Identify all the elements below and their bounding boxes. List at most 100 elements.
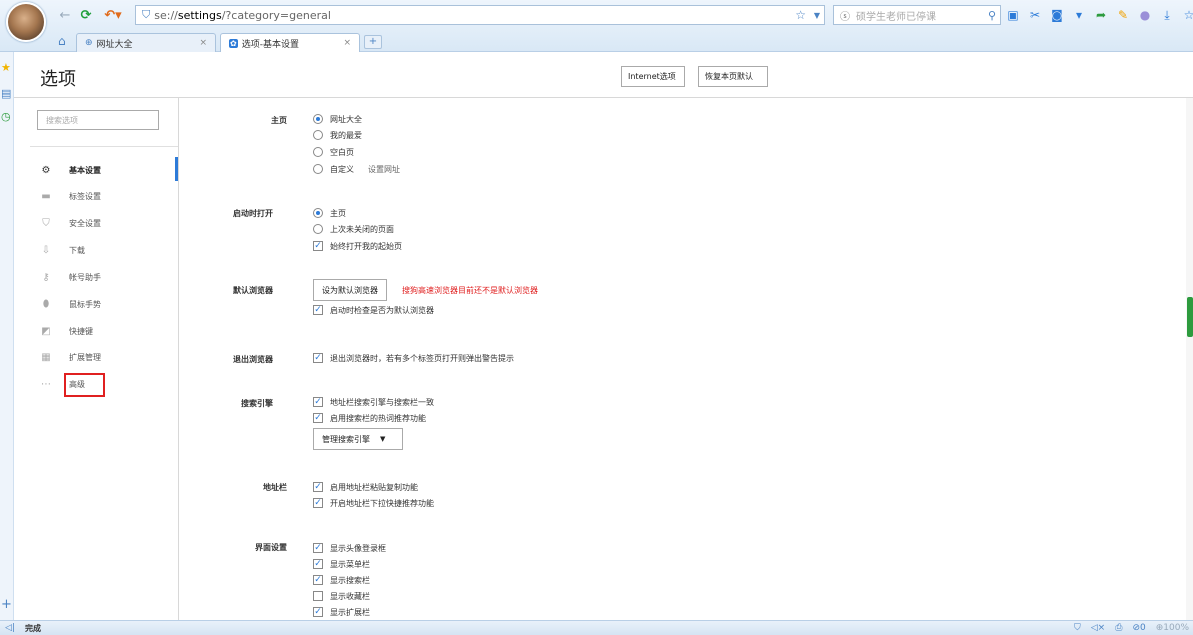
checkbox-show-extbar[interactable]: ✓ 显示扩展栏 xyxy=(313,606,370,618)
sidebar-item-shortcuts[interactable]: ◩ 快捷键 xyxy=(40,321,178,341)
checkbox-icon[interactable]: ✓ xyxy=(313,305,323,315)
sidebar-item-extensions[interactable]: ▦ 扩展管理 xyxy=(40,347,178,367)
radio-icon[interactable] xyxy=(313,114,323,124)
checkbox-dropdown-recommend[interactable]: ✓ 开启地址栏下拉快捷推荐功能 xyxy=(313,497,434,509)
header-divider xyxy=(14,97,1193,98)
radio-homepage-custom[interactable]: 自定义 设置网址 xyxy=(313,163,400,175)
button-label: 管理搜索引擎 xyxy=(322,434,370,444)
internet-options-button[interactable]: Internet选项 xyxy=(621,66,685,87)
manage-search-engines-button[interactable]: 管理搜索引擎 ▼ xyxy=(313,428,403,450)
option-label: 自定义 xyxy=(330,164,354,174)
option-label: 启动时检查是否为默认浏览器 xyxy=(330,305,434,315)
tab-nav-portal[interactable]: ⊕ 网址大全 × xyxy=(76,33,216,52)
shield-icon: ⛉ xyxy=(142,8,151,21)
page-scrollbar[interactable] xyxy=(1186,98,1193,620)
sidebar-toggle-icon[interactable]: ◁| xyxy=(5,623,15,633)
history-clock-icon[interactable]: ◷ xyxy=(1,110,11,123)
checkbox-icon[interactable]: ✓ xyxy=(313,559,323,569)
reader-icon[interactable]: ▣ xyxy=(1005,8,1021,22)
radio-icon[interactable] xyxy=(313,208,323,218)
adblock-counter[interactable]: ⊘0 xyxy=(1132,623,1145,633)
checkbox-show-avatar[interactable]: ✓ 显示头像登录框 xyxy=(313,542,386,554)
search-engine-icon[interactable]: ⓢ xyxy=(840,8,850,23)
chevron-down-icon[interactable]: ▼ xyxy=(814,11,820,20)
address-bar[interactable]: ⛉ se://settings/?category=general ☆ ▼ xyxy=(135,5,825,25)
checkbox-warn-on-close[interactable]: ✓ 退出浏览器时，若有多个标签页打开则弹出警告提示 xyxy=(313,352,514,364)
checkbox-icon[interactable]: ✓ xyxy=(313,607,323,617)
favorites-star-icon[interactable]: ★ xyxy=(1,61,11,74)
set-url-link[interactable]: 设置网址 xyxy=(368,164,400,175)
bookmark-star-icon[interactable]: ☆ xyxy=(795,8,806,22)
option-label: 显示头像登录框 xyxy=(330,543,386,553)
option-label: 我的最爱 xyxy=(330,130,362,140)
tab-settings[interactable]: ✿ 选项-基本设置 × xyxy=(220,33,360,52)
favorite-icon[interactable]: ☆ xyxy=(1181,8,1193,22)
checkbox-sync-search[interactable]: ✓ 地址栏搜索引擎与搜索栏一致 xyxy=(313,396,434,408)
security-shield-icon[interactable]: ⛉ xyxy=(1074,623,1081,633)
panel-icon[interactable]: ▤ xyxy=(1,87,11,100)
sidebar-item-label: 基本设置 xyxy=(69,165,101,175)
checkbox-icon[interactable]: ✓ xyxy=(313,397,323,407)
search-icon[interactable]: ⚲ xyxy=(988,9,996,22)
radio-homepage-blank[interactable]: 空白页 xyxy=(313,146,354,158)
checkbox-icon[interactable]: ✓ xyxy=(313,482,323,492)
radio-icon[interactable] xyxy=(313,130,323,140)
extension-icon[interactable]: ● xyxy=(1137,8,1153,22)
restore-defaults-button[interactable]: 恢复本页默认 xyxy=(698,66,768,87)
checkbox-icon[interactable]: ✓ xyxy=(313,543,323,553)
scrollbar-thumb[interactable] xyxy=(1187,297,1193,337)
option-label: 网址大全 xyxy=(330,114,362,124)
zoom-level[interactable]: ⊕100% xyxy=(1156,623,1189,633)
refresh-icon[interactable]: ⟳ xyxy=(78,6,94,24)
option-label: 显示收藏栏 xyxy=(330,591,370,601)
sidebar-item-advanced[interactable]: ⋯ 高级 xyxy=(40,374,178,394)
sidebar-item-basic[interactable]: ⚙ 基本设置 xyxy=(40,160,178,180)
radio-startup-last-session[interactable]: 上次未关闭的页面 xyxy=(313,223,394,235)
checkbox-always-start-page[interactable]: ✓ 始终打开我的起始页 xyxy=(313,240,402,252)
tools-icon[interactable]: ✂ xyxy=(1027,8,1043,22)
printer-icon[interactable]: ⎙ xyxy=(1115,623,1122,633)
option-label: 启用地址栏粘贴复制功能 xyxy=(330,482,418,492)
settings-search-input[interactable]: 搜索选项 xyxy=(37,110,159,130)
checkbox-show-menubar[interactable]: ✓ 显示菜单栏 xyxy=(313,558,370,570)
checkbox-icon[interactable]: ✓ xyxy=(313,498,323,508)
radio-homepage-nav[interactable]: 网址大全 xyxy=(313,113,362,125)
sidebar-item-security[interactable]: ⛉ 安全设置 xyxy=(40,213,178,233)
add-icon[interactable]: + xyxy=(1,597,12,612)
checkbox-show-searchbar[interactable]: ✓ 显示搜索栏 xyxy=(313,574,370,586)
checkbox-paste-copy[interactable]: ✓ 启用地址栏粘贴复制功能 xyxy=(313,481,418,493)
share-icon[interactable]: ➦ xyxy=(1093,8,1109,22)
set-default-browser-button[interactable]: 设为默认浏览器 xyxy=(313,279,387,301)
close-icon[interactable]: × xyxy=(343,38,351,48)
checkbox-icon[interactable]: ✓ xyxy=(313,241,323,251)
close-icon[interactable]: × xyxy=(199,38,207,48)
radio-icon[interactable] xyxy=(313,164,323,174)
sidebar-item-account[interactable]: ⚷ 帐号助手 xyxy=(40,267,178,287)
radio-homepage-favorites[interactable]: 我的最爱 xyxy=(313,129,362,141)
sidebar-item-mouse-gestures[interactable]: ⬮ 鼠标手势 xyxy=(40,294,178,314)
back-arrow-icon[interactable]: ← xyxy=(58,6,72,24)
checkbox-hot-words[interactable]: ✓ 启用搜索栏的热词推荐功能 xyxy=(313,412,426,424)
checkbox-icon[interactable]: ✓ xyxy=(313,575,323,585)
radio-icon[interactable] xyxy=(313,224,323,234)
checkbox-icon[interactable]: ✓ xyxy=(313,413,323,423)
screenshot-icon[interactable]: ◙ xyxy=(1049,8,1065,22)
checkbox-icon[interactable] xyxy=(313,591,323,601)
key-icon[interactable]: ✎ xyxy=(1115,8,1131,22)
mute-icon[interactable]: ◁× xyxy=(1091,623,1105,633)
checkbox-check-default[interactable]: ✓ 启动时检查是否为默认浏览器 xyxy=(313,304,434,316)
checkbox-show-favbar[interactable]: 显示收藏栏 xyxy=(313,590,370,602)
radio-startup-home[interactable]: 主页 xyxy=(313,207,346,219)
url-path: /?category=general xyxy=(221,8,331,22)
new-tab-button[interactable]: + xyxy=(364,35,382,49)
radio-icon[interactable] xyxy=(313,147,323,157)
sidebar-item-download[interactable]: ⇩ 下载 xyxy=(40,240,178,260)
sidebar-item-tabs[interactable]: ▬ 标签设置 xyxy=(40,186,178,206)
undo-icon[interactable]: ↶▾ xyxy=(102,6,124,24)
search-box[interactable]: ⓢ 硕学生老师已停课 ⚲ xyxy=(833,5,1001,25)
checkbox-icon[interactable]: ✓ xyxy=(313,353,323,363)
dropdown-icon[interactable]: ▾ xyxy=(1071,8,1087,22)
download-icon[interactable]: ⤓ xyxy=(1159,8,1175,23)
status-text: 完成 xyxy=(24,623,41,633)
home-icon[interactable]: ⌂ xyxy=(58,34,66,48)
